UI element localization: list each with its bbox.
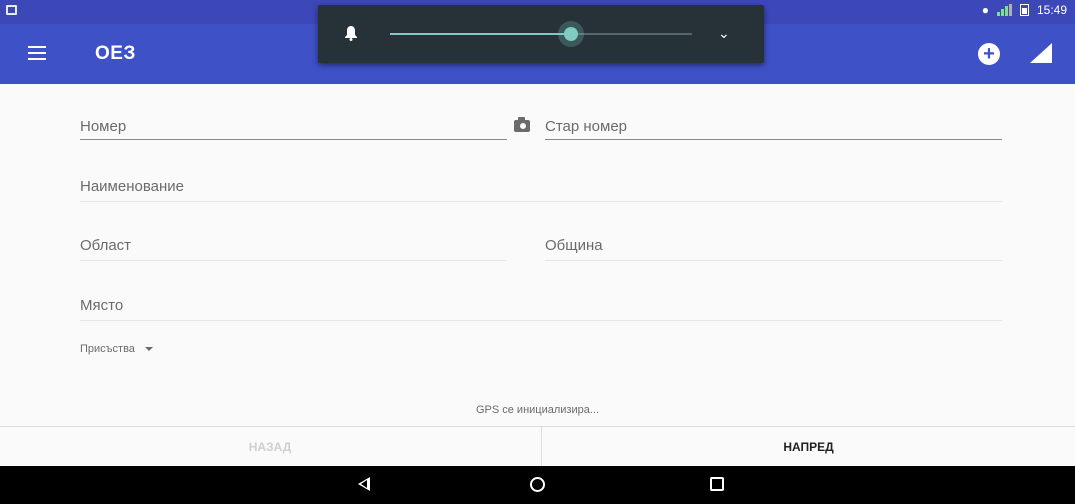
place-label: Място xyxy=(80,297,124,314)
municipality-field[interactable]: Община xyxy=(545,237,1002,261)
system-back-icon[interactable] xyxy=(358,477,370,491)
number-label: Номер xyxy=(80,118,127,135)
bell-icon[interactable] xyxy=(344,25,358,41)
place-field[interactable]: Място xyxy=(80,297,1002,321)
menu-icon[interactable] xyxy=(28,46,46,60)
screenshot-notification-icon xyxy=(6,5,17,15)
location-icon: ● xyxy=(981,3,989,17)
volume-panel: ⌄ xyxy=(318,5,764,63)
next-button[interactable]: НАПРЕД xyxy=(541,427,1075,467)
presence-dropdown[interactable]: Присъства xyxy=(80,343,153,355)
gps-status: GPS се инициализира... xyxy=(475,404,600,416)
page-title: ОЕЗ xyxy=(95,43,136,64)
volume-slider[interactable] xyxy=(390,27,692,41)
back-button[interactable]: НАЗАД xyxy=(0,427,540,467)
presence-value: Присъства xyxy=(80,343,135,355)
screen: ● 15:49 ОЕЗ + ⌄ Номер Стар номер Наимено… xyxy=(0,0,1075,504)
name-label: Наименование xyxy=(80,178,184,195)
municipality-label: Община xyxy=(545,237,603,254)
chevron-down-icon[interactable]: ⌄ xyxy=(718,25,730,42)
add-icon[interactable]: + xyxy=(978,43,1000,65)
region-label: Област xyxy=(80,237,132,254)
name-field[interactable]: Наименование xyxy=(80,178,1002,202)
bottom-nav: НАЗАД НАПРЕД xyxy=(0,426,1075,467)
signal-icon[interactable] xyxy=(1030,43,1052,63)
dropdown-arrow-icon xyxy=(144,347,153,351)
region-field[interactable]: Област xyxy=(80,237,507,261)
cell-signal-icon xyxy=(996,4,1012,16)
number-field[interactable]: Номер xyxy=(80,118,507,140)
camera-icon[interactable] xyxy=(514,117,530,132)
status-icons: ● 15:49 xyxy=(982,3,1067,17)
volume-slider-thumb[interactable] xyxy=(564,27,579,41)
volume-slider-fill xyxy=(390,33,572,35)
system-recents-icon[interactable] xyxy=(710,477,724,491)
battery-icon xyxy=(1019,4,1029,16)
clock: 15:49 xyxy=(1036,3,1067,17)
old-number-field[interactable]: Стар номер xyxy=(545,118,1002,140)
system-home-icon[interactable] xyxy=(530,477,545,492)
system-nav-bar xyxy=(0,466,1075,504)
old-number-label: Стар номер xyxy=(545,118,628,135)
